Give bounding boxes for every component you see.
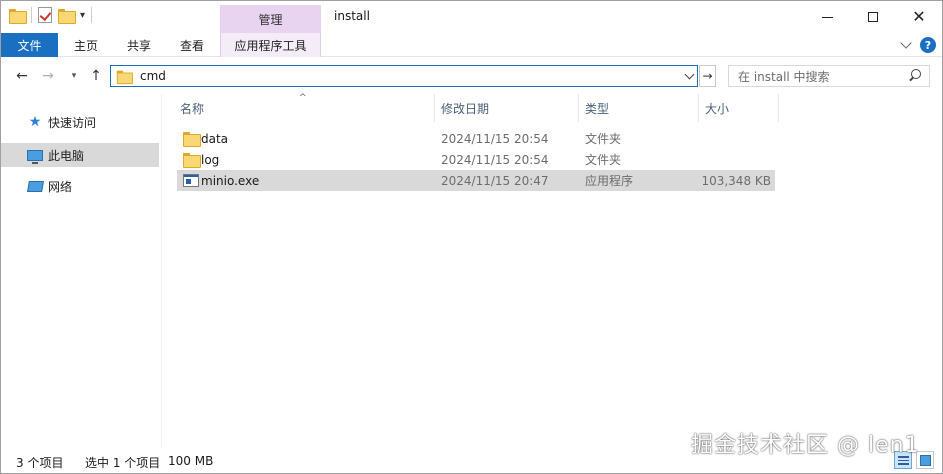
navigation-pane: ★ 快速访问 此电脑 网络 [1,94,161,449]
column-divider[interactable] [778,94,779,122]
close-icon: ✕ [912,7,926,26]
column-divider[interactable] [434,94,435,122]
minimize-button[interactable] [804,1,850,33]
manage-context-label: 管理 [220,5,321,33]
column-header-size[interactable]: 大小 [705,94,729,122]
search-input[interactable]: 在 install 中搜索 [738,68,907,85]
folder-icon [183,132,201,147]
column-divider[interactable] [578,94,579,122]
file-type: 文件夹 [585,153,622,167]
recent-locations-icon[interactable]: ▾ [65,67,83,85]
file-name: data [201,131,229,146]
ribbon-controls: ? [900,37,936,53]
large-icons-view-icon [919,454,931,466]
minimize-icon [821,16,833,18]
search-box[interactable]: 在 install 中搜索 [728,65,930,87]
maximize-button[interactable] [850,1,896,33]
selection-count: 选中 1 个项目 [85,456,161,470]
quick-access-toolbar: ▾ [9,7,93,24]
file-type: 文件夹 [585,132,622,146]
file-row[interactable]: data 2024/11/15 20:54 文件夹 [177,128,775,149]
divider [31,7,32,23]
address-dropdown-icon[interactable] [684,69,695,80]
network-icon [26,178,44,194]
computer-icon [26,147,44,164]
exe-icon [183,174,199,187]
file-row[interactable]: log 2024/11/15 20:54 文件夹 [177,149,775,170]
tab-view[interactable]: 查看 [167,33,217,57]
tab-file[interactable]: 文件 [1,33,58,57]
nav-item-this-pc[interactable]: 此电脑 [1,143,159,167]
pane-divider[interactable] [161,94,162,449]
divider [91,7,93,23]
file-type: 应用程序 [585,174,634,188]
new-folder-icon[interactable] [58,8,76,24]
file-row-selected[interactable]: minio.exe 2024/11/15 20:47 应用程序 103,348 … [177,170,775,191]
nav-item-label: 此电脑 [48,148,85,163]
tab-application-tools[interactable]: 应用程序工具 [220,33,321,57]
close-button[interactable]: ✕ [896,1,942,33]
folder-icon [116,70,133,84]
file-date: 2024/11/15 20:54 [441,152,549,167]
file-date: 2024/11/15 20:54 [441,131,549,146]
file-name: minio.exe [201,173,260,188]
maximize-icon [868,12,878,22]
file-name: log [201,152,220,167]
nav-item-network[interactable]: 网络 [1,174,159,198]
tab-home[interactable]: 主页 [61,33,111,57]
expand-ribbon-icon[interactable] [900,37,912,49]
up-button[interactable]: ↑ [87,67,105,85]
title-bar: ▾ 管理 install ✕ [1,1,942,33]
go-button[interactable]: → [699,65,716,87]
properties-icon[interactable] [38,7,52,23]
forward-button[interactable]: → [39,67,57,85]
column-divider[interactable] [698,94,699,122]
nav-item-label: 网络 [48,179,73,194]
selection-size: 100 MB [168,454,214,468]
nav-item-quick-access[interactable]: ★ 快速访问 [1,110,159,134]
sort-ascending-icon: ^ [299,93,307,103]
address-path[interactable]: cmd [140,69,166,83]
back-button[interactable]: ← [13,67,31,85]
star-icon: ★ [28,114,42,130]
ribbon-tabs: 文件 主页 共享 查看 应用程序工具 ? [1,33,942,57]
item-count: 3 个项目 [16,456,64,470]
column-header-date[interactable]: 修改日期 [441,94,489,122]
customize-toolbar-icon[interactable]: ▾ [80,10,85,21]
file-date: 2024/11/15 20:47 [441,173,549,188]
tab-share[interactable]: 共享 [114,33,164,57]
column-header-type[interactable]: 类型 [585,94,609,122]
help-icon[interactable]: ? [920,37,936,53]
nav-item-label: 快速访问 [48,115,97,130]
folder-icon [9,8,27,24]
file-size: 103,348 KB [701,173,771,188]
search-icon[interactable] [907,68,923,84]
folder-icon [183,153,201,168]
column-header-name[interactable]: 名称 [180,94,204,122]
window-title: install [334,9,370,23]
address-toolbar: ← → ▾ ↑ cmd → 在 install 中搜索 [1,58,942,94]
column-headers: ^ 名称 修改日期 类型 大小 [162,93,942,122]
address-bar[interactable]: cmd [110,65,698,87]
watermark: 掘金技术社区 @ len1 [691,433,920,458]
file-explorer-window: ▾ 管理 install ✕ 文件 主页 共享 查看 应用程序工具 ? ← → … [0,0,943,474]
